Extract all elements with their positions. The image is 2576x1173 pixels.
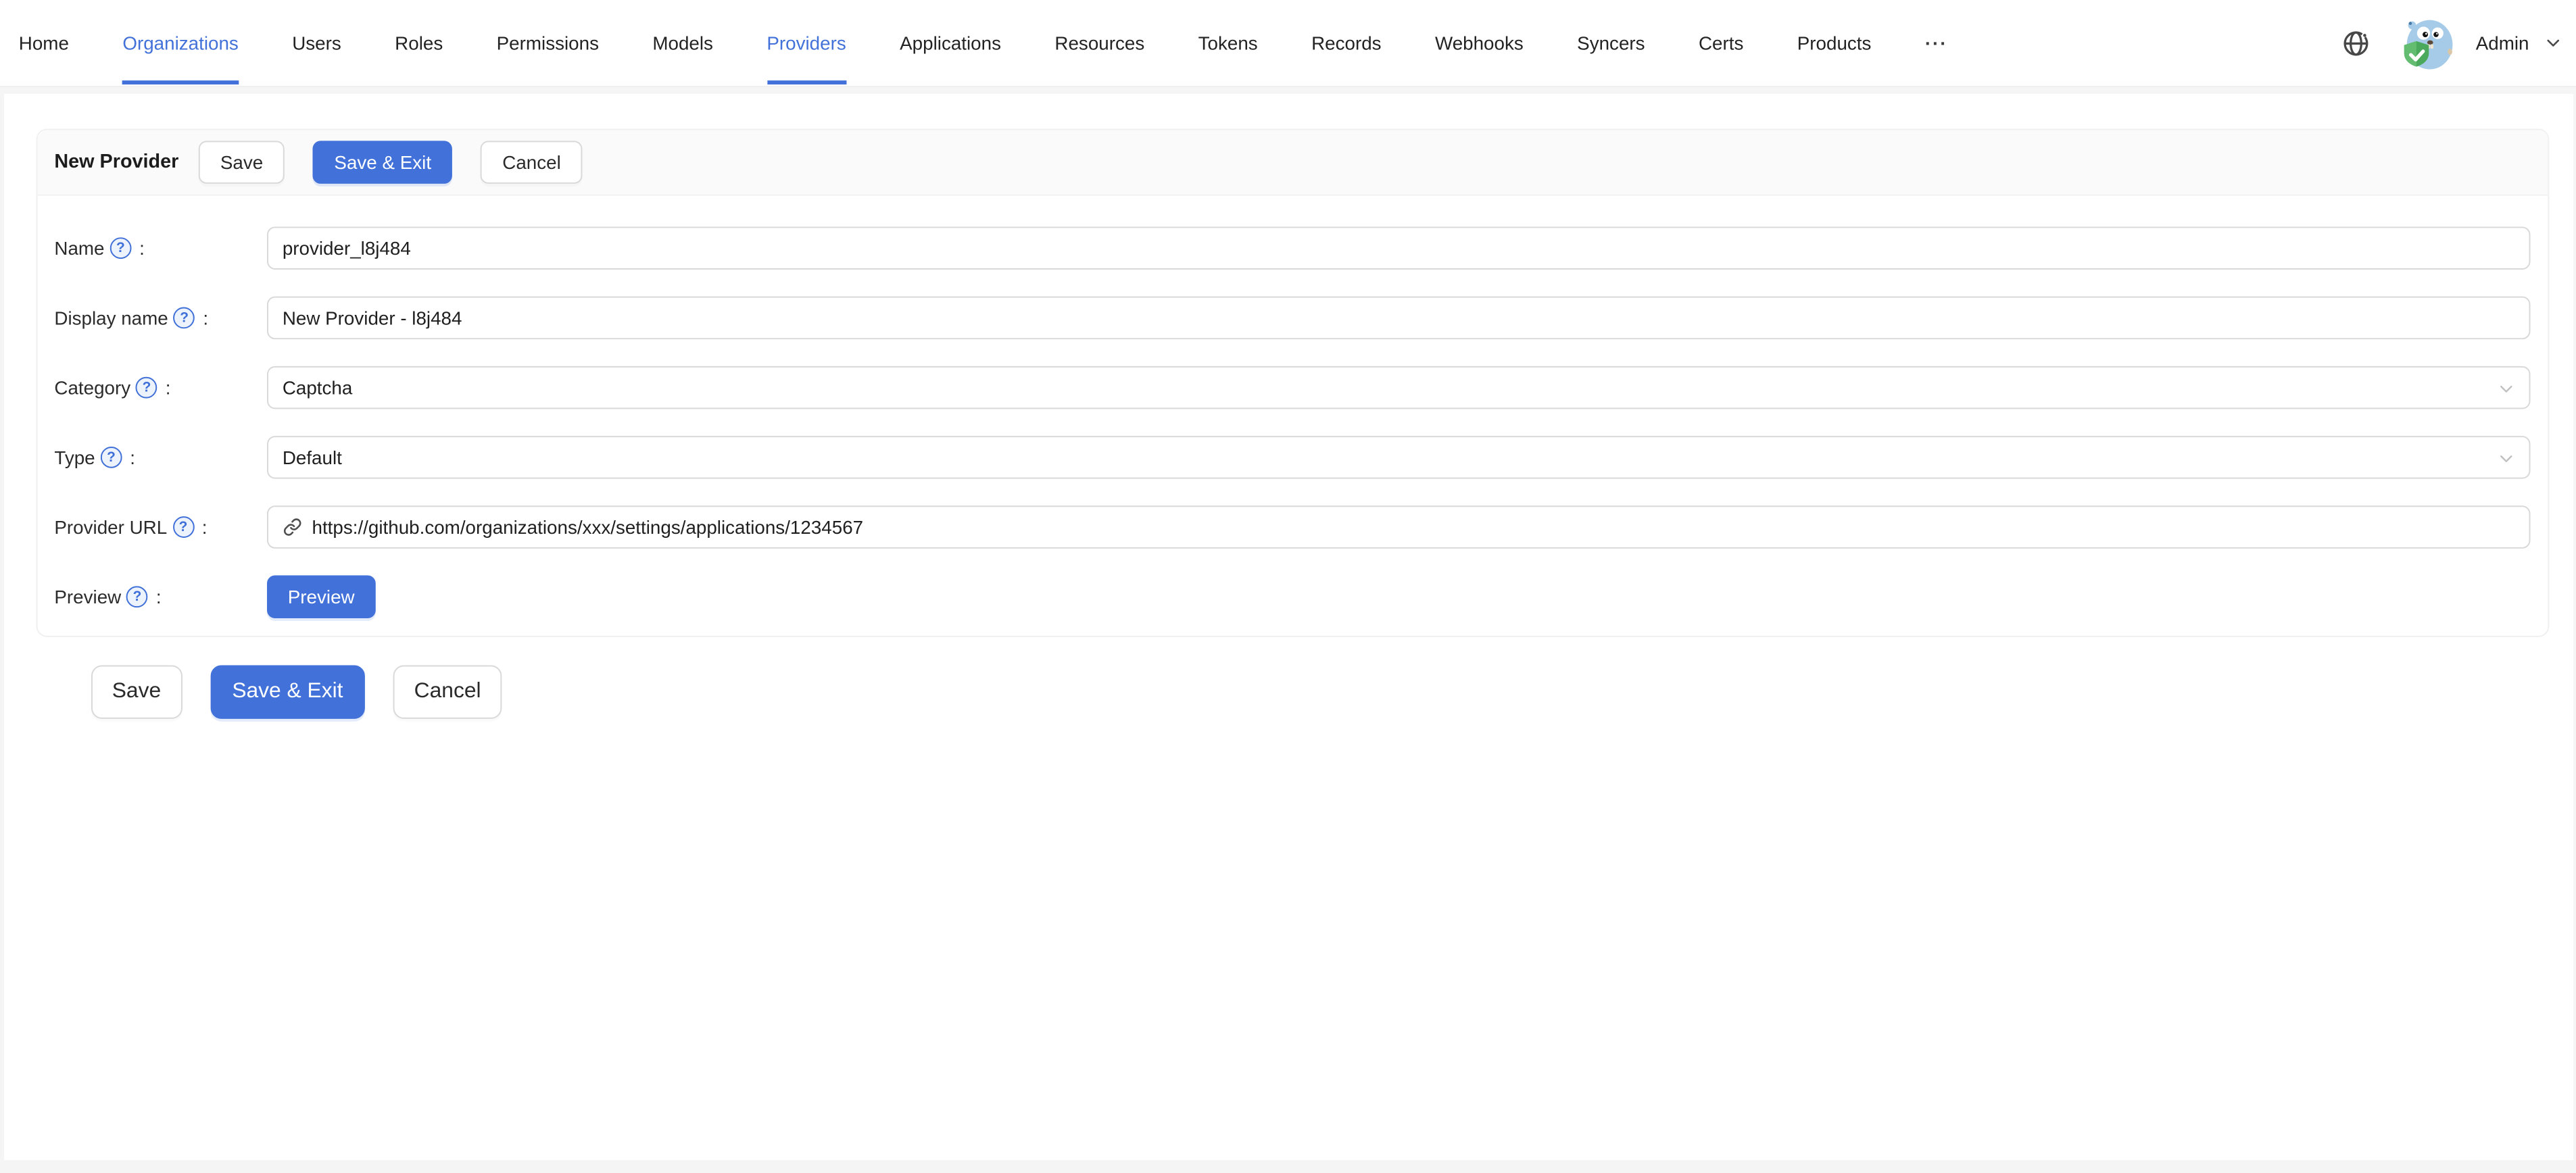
save-exit-button[interactable]: Save & Exit (312, 141, 453, 184)
form-row-category: Category ? : Captcha (54, 366, 2530, 409)
page-layout: New Provider Save Save & Exit Cancel Nam… (0, 87, 2576, 1173)
form-row-preview: Preview ? : Preview (54, 575, 2529, 619)
label-colon: : (201, 516, 208, 538)
label-colon: : (139, 237, 145, 259)
nav-item-records[interactable]: Records (1284, 0, 1408, 86)
card-header: New Provider Save Save & Exit Cancel (37, 130, 2548, 196)
question-circle-icon[interactable]: ? (126, 586, 148, 608)
provider-url-field (266, 505, 2530, 549)
name-label-text: Name (54, 237, 105, 259)
provider-url-label-text: Provider URL (54, 516, 168, 538)
page-content: New Provider Save Save & Exit Cancel Nam… (3, 93, 2573, 1160)
user-name[interactable]: Admin (2476, 32, 2529, 54)
cancel-button[interactable]: Cancel (481, 141, 583, 184)
type-label-text: Type (54, 446, 95, 468)
globe-icon[interactable] (2341, 28, 2371, 58)
nav-item-users[interactable]: Users (266, 0, 368, 86)
nav-item-home[interactable]: Home (0, 0, 96, 86)
new-provider-card: New Provider Save Save & Exit Cancel Nam… (35, 128, 2549, 637)
save-button[interactable]: Save (199, 141, 285, 184)
avatar[interactable] (2400, 15, 2456, 71)
cancel-button-bottom[interactable]: Cancel (392, 665, 503, 719)
preview-button[interactable]: Preview (266, 575, 376, 619)
type-select-value: Default (282, 446, 342, 468)
nav-item-syncers[interactable]: Syncers (1550, 0, 1672, 86)
label-colon: : (203, 307, 209, 329)
category-label-text: Category (54, 376, 131, 399)
navbar-right: Admin (2341, 15, 2576, 71)
provider-form: Name ? : Display name ? : (37, 196, 2548, 636)
name-label: Name ? : (54, 237, 266, 259)
question-circle-icon[interactable]: ? (173, 307, 195, 329)
provider-url-label: Provider URL ? : (54, 516, 266, 538)
nav-item-organizations[interactable]: Organizations (96, 0, 266, 86)
nav-item-models[interactable]: Models (626, 0, 740, 86)
nav-item-permissions[interactable]: Permissions (470, 0, 626, 86)
top-navbar: Home Organizations Users Roles Permissio… (0, 0, 2576, 88)
nav-item-applications[interactable]: Applications (873, 0, 1027, 86)
chevron-down-icon[interactable] (2545, 35, 2561, 51)
display-name-label-text: Display name (54, 307, 168, 329)
nav-item-resources[interactable]: Resources (1028, 0, 1171, 86)
app-root: Home Organizations Users Roles Permissio… (0, 0, 2576, 1173)
question-circle-icon[interactable]: ? (110, 237, 132, 259)
nav-item-tokens[interactable]: Tokens (1171, 0, 1284, 86)
nav-item-webhooks[interactable]: Webhooks (1408, 0, 1550, 86)
chevron-down-icon (2500, 455, 2512, 462)
nav-item-roles[interactable]: Roles (368, 0, 469, 86)
category-label: Category ? : (54, 376, 266, 399)
preview-label: Preview ? : (54, 586, 266, 608)
nav-item-providers[interactable]: Providers (740, 0, 873, 86)
link-icon (283, 518, 301, 536)
nav-item-certs[interactable]: Certs (1672, 0, 1770, 86)
label-colon: : (155, 586, 162, 608)
footer-actions: Save Save & Exit Cancel (90, 665, 2573, 719)
form-row-display-name: Display name ? : (54, 296, 2530, 340)
question-circle-icon[interactable]: ? (136, 376, 157, 399)
provider-url-input[interactable] (309, 507, 2514, 547)
display-name-label: Display name ? : (54, 307, 266, 329)
main-menu: Home Organizations Users Roles Permissio… (0, 0, 1974, 86)
question-circle-icon[interactable]: ? (100, 446, 122, 468)
preview-label-text: Preview (54, 586, 122, 608)
nav-overflow-ellipsis[interactable]: ··· (1898, 0, 1974, 86)
type-label: Type ? : (54, 446, 266, 468)
label-colon: : (130, 446, 135, 468)
chevron-down-icon (2500, 385, 2512, 393)
form-row-provider-url: Provider URL ? : (54, 505, 2530, 549)
save-button-bottom[interactable]: Save (90, 665, 183, 719)
category-select-value: Captcha (282, 376, 353, 399)
form-row-type: Type ? : Default (54, 436, 2530, 479)
form-row-name: Name ? : (54, 226, 2530, 270)
save-exit-button-bottom[interactable]: Save & Exit (210, 665, 365, 719)
type-select[interactable]: Default (266, 436, 2530, 479)
page-title: New Provider (54, 151, 179, 174)
nav-item-products[interactable]: Products (1770, 0, 1898, 86)
display-name-input[interactable] (266, 296, 2530, 340)
category-select[interactable]: Captcha (266, 366, 2530, 409)
name-input[interactable] (266, 226, 2530, 270)
question-circle-icon[interactable]: ? (172, 516, 194, 538)
label-colon: : (165, 376, 171, 399)
